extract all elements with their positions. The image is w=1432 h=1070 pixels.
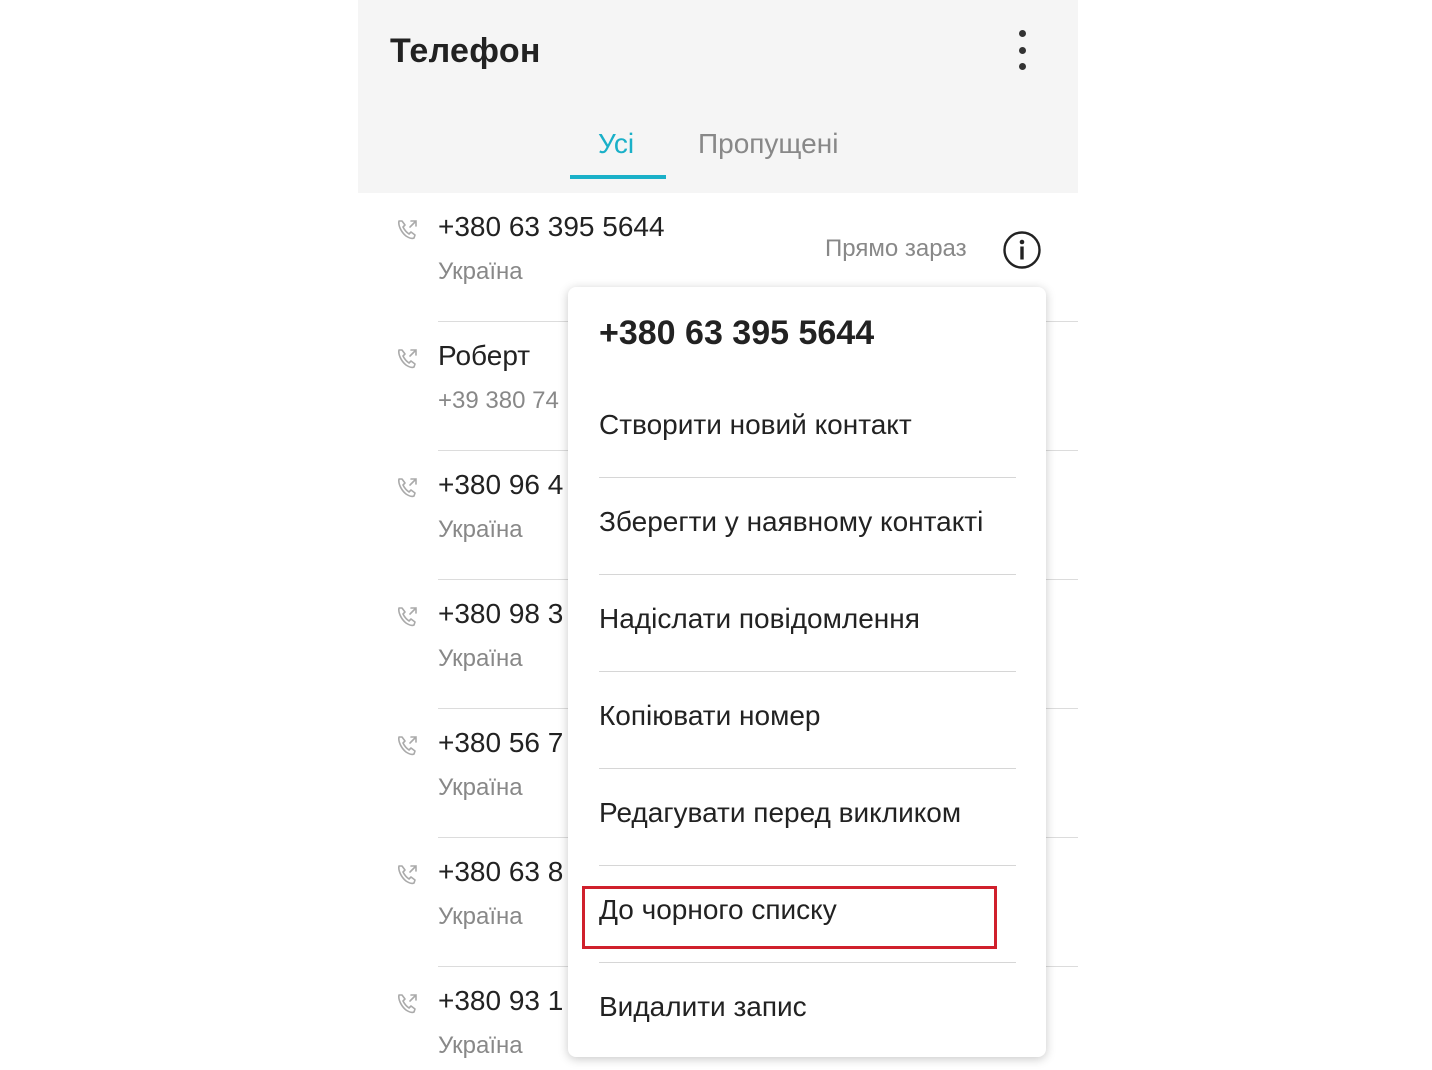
call-number: +380 96 4 xyxy=(438,469,564,500)
app-header: Телефон Усі Пропущені xyxy=(358,0,1078,193)
menu-item-label: Видалити запис xyxy=(599,991,807,1022)
menu-item-label: Створити новий контакт xyxy=(599,409,912,440)
outgoing-call-icon xyxy=(398,349,417,369)
menu-item-save-existing[interactable]: Зберегти у наявному контакті xyxy=(599,478,1016,575)
active-tab-indicator xyxy=(570,175,666,179)
call-time: Прямо зараз xyxy=(825,235,967,262)
outgoing-call-icon xyxy=(398,478,417,498)
tab-all[interactable]: Усі xyxy=(598,128,634,160)
menu-item-label: Надіслати повідомлення xyxy=(599,603,920,634)
outgoing-call-icon xyxy=(398,994,417,1014)
outgoing-call-icon xyxy=(398,607,417,627)
call-location: Україна xyxy=(438,516,523,543)
info-icon[interactable] xyxy=(1002,230,1042,270)
outgoing-call-icon xyxy=(398,736,417,756)
call-location: Україна xyxy=(438,903,523,930)
more-options-icon[interactable] xyxy=(1004,28,1040,72)
call-number: +380 56 7 xyxy=(438,727,564,758)
outgoing-call-icon xyxy=(398,865,417,885)
menu-item-label: Копіювати номер xyxy=(599,700,821,731)
call-location: Україна xyxy=(438,645,523,672)
menu-title: +380 63 395 5644 xyxy=(599,314,875,352)
menu-item-edit-before-call[interactable]: Редагувати перед викликом xyxy=(599,769,1016,866)
call-location: Україна xyxy=(438,258,523,285)
highlight-box xyxy=(582,886,997,949)
call-number: +39 380 74 xyxy=(438,387,559,414)
menu-item-send-message[interactable]: Надіслати повідомлення xyxy=(599,575,1016,672)
call-contact-name: Роберт xyxy=(438,340,531,371)
menu-item-copy-number[interactable]: Копіювати номер xyxy=(599,672,1016,769)
call-number: +380 63 395 5644 xyxy=(438,211,665,242)
call-location: Україна xyxy=(438,774,523,801)
call-location: Україна xyxy=(438,1032,523,1059)
tab-missed[interactable]: Пропущені xyxy=(698,128,838,160)
call-number: +380 98 3 xyxy=(438,598,564,629)
app-title: Телефон xyxy=(390,32,541,70)
menu-item-label: Редагувати перед викликом xyxy=(599,797,962,828)
menu-item-create-contact[interactable]: Створити новий контакт xyxy=(599,381,1016,478)
call-number: +380 63 8 xyxy=(438,856,564,887)
menu-item-delete-entry[interactable]: Видалити запис xyxy=(599,963,1016,1060)
outgoing-call-icon xyxy=(398,220,417,240)
menu-item-label: Зберегти у наявному контакті xyxy=(599,506,984,537)
call-number: +380 93 1 xyxy=(438,985,564,1016)
